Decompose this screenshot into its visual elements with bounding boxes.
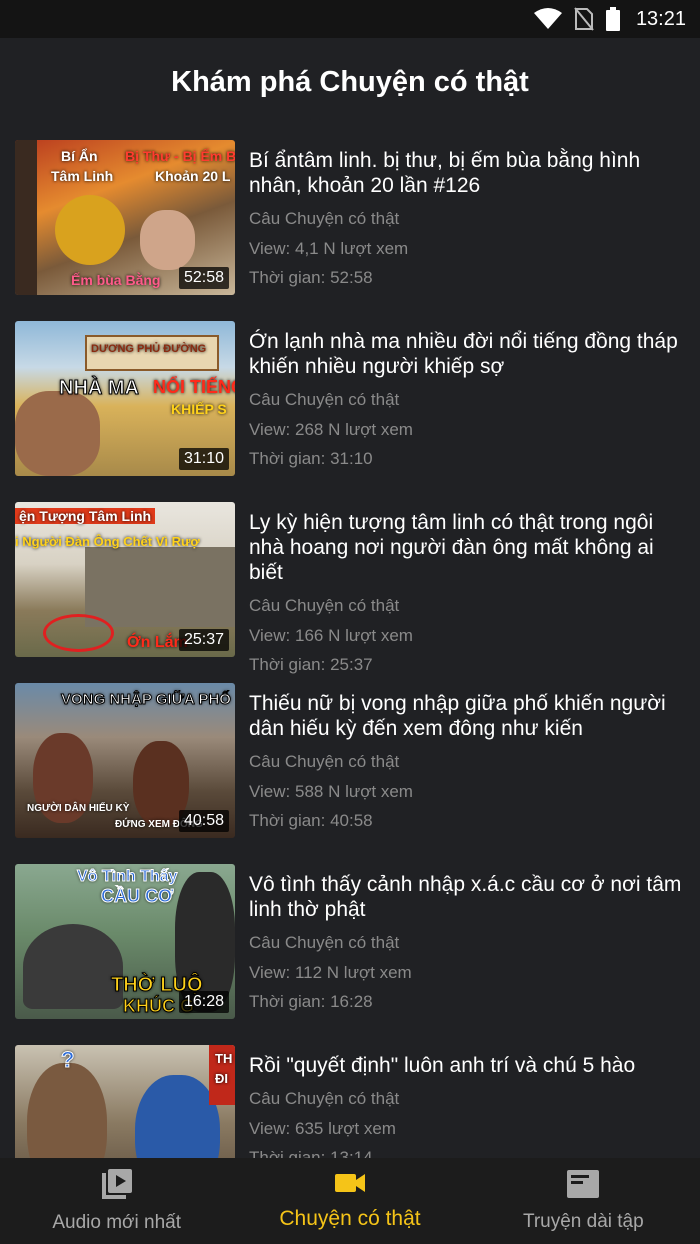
duration-badge: 16:28 (178, 991, 229, 1013)
video-title[interactable]: Ly kỳ hiện tượng tâm linh có thật trong … (249, 510, 688, 585)
duration-badge: 52:58 (178, 267, 229, 289)
video-title[interactable]: Rồi "quyết định" luôn anh trí và chú 5 h… (249, 1053, 688, 1078)
page-header: Khám phá Chuyện có thật (0, 38, 700, 126)
thumb-caption: NHÀ MA (59, 377, 140, 400)
video-views: View: 112 N lượt xem (249, 962, 412, 982)
nav-audio-moi-nhat[interactable]: Audio mới nhất (0, 1158, 233, 1244)
video-info[interactable]: Ớn lạnh nhà ma nhiều đời nổi tiếng đồng … (249, 329, 688, 474)
video-time: Thời gian: 40:58 (249, 811, 373, 830)
video-views: View: 268 N lượt xem (249, 419, 413, 439)
video-thumbnail[interactable]: ? TH ĐI (15, 1045, 235, 1158)
video-info[interactable]: Vô tình thấy cảnh nhập x.á.c cầu cơ ở nơ… (249, 872, 688, 1017)
video-item[interactable]: ện Tượng Tâm Linh i Người Đàn Ông Chết V… (0, 488, 700, 674)
battery-icon (605, 7, 620, 31)
thumb-caption: Tâm Linh (51, 168, 114, 184)
duration-badge: 40:58 (178, 810, 229, 832)
video-channel: Câu Chuyện có thật (249, 390, 400, 409)
video-time: Thời gian: 31:10 (249, 449, 373, 468)
book-icon (566, 1169, 600, 1205)
video-list[interactable]: Bí Ẩn Bị Thư - Bị Ếm B Tâm Linh Khoản 20… (0, 126, 700, 1158)
thumb-caption: Bí Ẩn (61, 148, 98, 164)
video-thumbnail[interactable]: DƯƠNG PHỦ ĐƯỜNG NHÀ MA NỔI TIẾNG KHIẾP S… (15, 321, 235, 476)
video-title[interactable]: Ớn lạnh nhà ma nhiều đời nổi tiếng đồng … (249, 329, 688, 379)
clock: 13:21 (635, 7, 686, 30)
status-bar: 13:21 (0, 0, 700, 38)
thumb-caption: Khoản 20 L (155, 168, 231, 184)
video-info[interactable]: Ly kỳ hiện tượng tâm linh có thật trong … (249, 510, 688, 680)
thumb-caption: CẦU CƠ (100, 886, 174, 907)
thumb-caption: Ếm bùa Bằng (71, 272, 161, 288)
thumb-caption: Vô Tình Thấy (76, 868, 178, 886)
video-views: View: 588 N lượt xem (249, 781, 413, 801)
thumb-caption: ? (60, 1047, 75, 1073)
nav-chuyen-co-that[interactable]: Chuyện có thật (233, 1158, 466, 1244)
thumb-caption: DƯƠNG PHỦ ĐƯỜNG (91, 343, 207, 355)
video-views: View: 166 N lượt xem (249, 625, 413, 645)
video-time: Thời gian: 13:14 (249, 1148, 373, 1158)
video-info[interactable]: Thiếu nữ bị vong nhập giữa phố khiến ngư… (249, 691, 688, 836)
video-title[interactable]: Vô tình thấy cảnh nhập x.á.c cầu cơ ở nơ… (249, 872, 688, 922)
thumb-caption: ĐI (215, 1071, 228, 1086)
bottom-navigation: Audio mới nhất Chuyện có thật Truyện dài… (0, 1158, 700, 1244)
thumb-caption: NGƯỜI DÂN HIẾU KỲ (27, 803, 130, 814)
play-library-icon (101, 1168, 133, 1206)
video-thumbnail[interactable]: VONG NHẬP GIỮA PHỐ NGƯỜI DÂN HIẾU KỲ ĐỨN… (15, 683, 235, 838)
video-thumbnail[interactable]: Bí Ẩn Bị Thư - Bị Ếm B Tâm Linh Khoản 20… (15, 140, 235, 295)
video-item[interactable]: ? TH ĐI Rồi "quyết định" luôn anh trí và… (0, 1031, 700, 1158)
video-channel: Câu Chuyện có thật (249, 1089, 400, 1108)
video-camera-icon (334, 1171, 366, 1201)
nav-label: Audio mới nhất (52, 1212, 181, 1233)
nav-label: Chuyện có thật (279, 1207, 421, 1230)
page-title: Khám phá Chuyện có thật (171, 65, 529, 98)
no-sim-icon (574, 7, 594, 31)
video-item[interactable]: Vô Tình Thấy CẦU CƠ THỜ LUỘ KHÚC G 16:28… (0, 850, 700, 1031)
thumb-caption: Bị Thư - Bị Ếm B (125, 148, 235, 164)
video-item[interactable]: Bí Ẩn Bị Thư - Bị Ếm B Tâm Linh Khoản 20… (0, 126, 700, 307)
video-thumbnail[interactable]: ện Tượng Tâm Linh i Người Đàn Ông Chết V… (15, 502, 235, 657)
thumb-caption: NỔI TIẾNG (153, 377, 235, 397)
duration-badge: 25:37 (178, 629, 229, 651)
nav-label: Truyện dài tập (522, 1211, 644, 1232)
wifi-icon (533, 8, 562, 30)
video-channel: Câu Chuyện có thật (249, 752, 400, 771)
video-channel: Câu Chuyện có thật (249, 933, 400, 952)
video-title[interactable]: Thiếu nữ bị vong nhập giữa phố khiến ngư… (249, 691, 688, 741)
video-title[interactable]: Bí ẩntâm linh. bị thư, bị ếm bùa bằng hì… (249, 148, 688, 198)
thumb-caption: ện Tượng Tâm Linh (15, 508, 156, 524)
video-views: View: 4,1 N lượt xem (249, 238, 409, 258)
video-views: View: 635 lượt xem (249, 1118, 396, 1138)
thumb-caption: i Người Đàn Ông Chết Vì Rượ (15, 534, 200, 549)
video-item[interactable]: VONG NHẬP GIỮA PHỐ NGƯỜI DÂN HIẾU KỲ ĐỨN… (0, 669, 700, 850)
video-time: Thời gian: 16:28 (249, 992, 373, 1011)
nav-truyen-dai-tap[interactable]: Truyện dài tập (467, 1158, 700, 1244)
duration-badge: 31:10 (178, 448, 229, 470)
thumb-caption: TH (215, 1051, 233, 1066)
video-info[interactable]: Bí ẩntâm linh. bị thư, bị ếm bùa bằng hì… (249, 148, 688, 293)
video-channel: Câu Chuyện có thật (249, 596, 400, 615)
video-channel: Câu Chuyện có thật (249, 209, 400, 228)
thumb-caption: KHIẾP S (171, 401, 227, 417)
thumb-caption: VONG NHẬP GIỮA PHỐ (61, 691, 232, 709)
video-time: Thời gian: 52:58 (249, 268, 373, 287)
video-info[interactable]: Rồi "quyết định" luôn anh trí và chú 5 h… (249, 1053, 688, 1158)
video-thumbnail[interactable]: Vô Tình Thấy CẦU CƠ THỜ LUỘ KHÚC G 16:28 (15, 864, 235, 1019)
video-item[interactable]: DƯƠNG PHỦ ĐƯỜNG NHÀ MA NỔI TIẾNG KHIẾP S… (0, 307, 700, 488)
